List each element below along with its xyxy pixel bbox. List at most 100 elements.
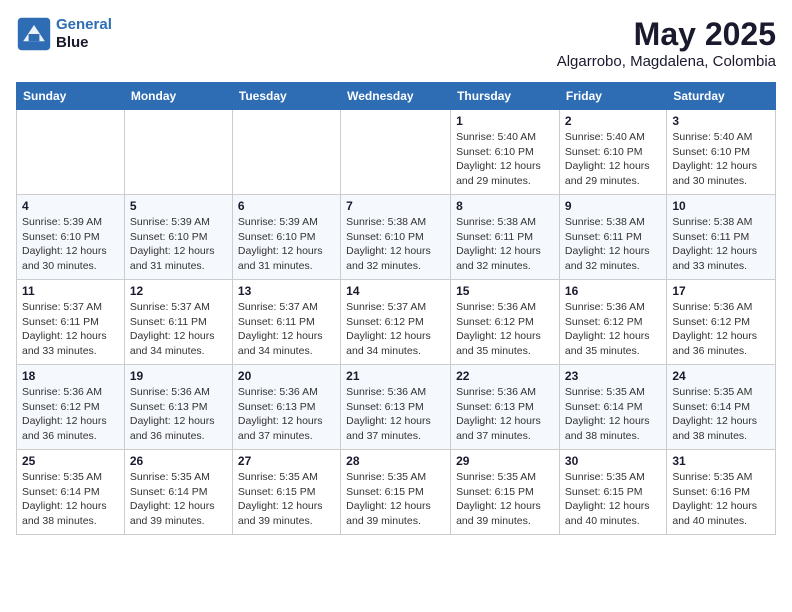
day-info: Sunrise: 5:36 AM Sunset: 6:12 PM Dayligh… [22, 385, 119, 444]
calendar-cell: 31Sunrise: 5:35 AM Sunset: 6:16 PM Dayli… [667, 450, 776, 535]
weekday-header-saturday: Saturday [667, 83, 776, 110]
day-info: Sunrise: 5:35 AM Sunset: 6:16 PM Dayligh… [672, 470, 770, 529]
day-number: 21 [346, 369, 445, 383]
calendar-cell: 15 Sunrise: 5:36 AM Sunset: 6:12 PM Dayli… [451, 280, 560, 365]
calendar-cell: 8 Sunrise: 5:38 AM Sunset: 6:11 PM Daylig… [451, 195, 560, 280]
calendar-cell: 25 Sunrise: 5:35 AM Sunset: 6:14 PM Dayli… [17, 450, 125, 535]
day-number: 9 [565, 199, 661, 213]
day-number: 12 [130, 284, 227, 298]
calendar-title: May 2025 [557, 16, 776, 53]
day-number: 3 [672, 114, 770, 128]
day-info: Sunrise: 5:40 AM Sunset: 6:10 PM Dayligh… [672, 130, 770, 189]
calendar-cell: 28 Sunrise: 5:35 AM Sunset: 6:15 PM Dayli… [341, 450, 451, 535]
logo-text: General Blue [56, 16, 112, 52]
day-info: Sunrise: 5:36 AM Sunset: 6:13 PM Dayligh… [130, 385, 227, 444]
day-info: Sunrise: 5:37 AM Sunset: 6:11 PM Dayligh… [22, 300, 119, 359]
weekday-header-sunday: Sunday [17, 83, 125, 110]
calendar-cell: 20Sunrise: 5:36 AM Sunset: 6:13 PM Dayli… [232, 365, 340, 450]
weekday-header-monday: Monday [124, 83, 232, 110]
calendar-cell: 10 Sunrise: 5:38 AM Sunset: 6:11 PM Dayli… [667, 195, 776, 280]
calendar-cell: 22 Sunrise: 5:36 AM Sunset: 6:13 PM Dayli… [451, 365, 560, 450]
calendar-cell: 1Sunrise: 5:40 AM Sunset: 6:10 PM Daylig… [451, 110, 560, 195]
calendar-week-4: 18 Sunrise: 5:36 AM Sunset: 6:12 PM Dayli… [17, 365, 776, 450]
calendar-cell: 6Sunrise: 5:39 AM Sunset: 6:10 PM Daylig… [232, 195, 340, 280]
calendar-week-1: 1Sunrise: 5:40 AM Sunset: 6:10 PM Daylig… [17, 110, 776, 195]
day-info: Sunrise: 5:36 AM Sunset: 6:12 PM Dayligh… [565, 300, 661, 359]
day-info: Sunrise: 5:38 AM Sunset: 6:11 PM Dayligh… [672, 215, 770, 274]
day-info: Sunrise: 5:35 AM Sunset: 6:14 PM Dayligh… [672, 385, 770, 444]
day-info: Sunrise: 5:36 AM Sunset: 6:13 PM Dayligh… [346, 385, 445, 444]
day-number: 20 [238, 369, 335, 383]
day-info: Sunrise: 5:39 AM Sunset: 6:10 PM Dayligh… [238, 215, 335, 274]
day-number: 23 [565, 369, 661, 383]
calendar-week-3: 11 Sunrise: 5:37 AM Sunset: 6:11 PM Dayli… [17, 280, 776, 365]
day-info: Sunrise: 5:37 AM Sunset: 6:12 PM Dayligh… [346, 300, 445, 359]
day-info: Sunrise: 5:40 AM Sunset: 6:10 PM Dayligh… [456, 130, 554, 189]
day-number: 17 [672, 284, 770, 298]
day-info: Sunrise: 5:35 AM Sunset: 6:14 PM Dayligh… [565, 385, 661, 444]
calendar-cell: 29 Sunrise: 5:35 AM Sunset: 6:15 PM Dayli… [451, 450, 560, 535]
day-info: Sunrise: 5:35 AM Sunset: 6:15 PM Dayligh… [346, 470, 445, 529]
day-info: Sunrise: 5:36 AM Sunset: 6:12 PM Dayligh… [456, 300, 554, 359]
calendar-cell: 13Sunrise: 5:37 AM Sunset: 6:11 PM Dayli… [232, 280, 340, 365]
weekday-header-friday: Friday [559, 83, 666, 110]
day-number: 2 [565, 114, 661, 128]
calendar-cell: 18 Sunrise: 5:36 AM Sunset: 6:12 PM Dayli… [17, 365, 125, 450]
day-number: 22 [456, 369, 554, 383]
day-info: Sunrise: 5:38 AM Sunset: 6:11 PM Dayligh… [456, 215, 554, 274]
day-number: 15 [456, 284, 554, 298]
calendar-subtitle: Algarrobo, Magdalena, Colombia [557, 53, 776, 70]
title-area: May 2025 Algarrobo, Magdalena, Colombia [557, 16, 776, 70]
day-number: 28 [346, 454, 445, 468]
calendar-cell: 2 Sunrise: 5:40 AM Sunset: 6:10 PM Daylig… [559, 110, 666, 195]
calendar-cell: 11 Sunrise: 5:37 AM Sunset: 6:11 PM Dayli… [17, 280, 125, 365]
day-info: Sunrise: 5:35 AM Sunset: 6:15 PM Dayligh… [238, 470, 335, 529]
calendar-cell: 14Sunrise: 5:37 AM Sunset: 6:12 PM Dayli… [341, 280, 451, 365]
day-number: 24 [672, 369, 770, 383]
calendar-cell [17, 110, 125, 195]
day-number: 7 [346, 199, 445, 213]
day-info: Sunrise: 5:35 AM Sunset: 6:15 PM Dayligh… [456, 470, 554, 529]
calendar-cell: 5 Sunrise: 5:39 AM Sunset: 6:10 PM Daylig… [124, 195, 232, 280]
calendar-cell [341, 110, 451, 195]
calendar-cell: 24 Sunrise: 5:35 AM Sunset: 6:14 PM Dayli… [667, 365, 776, 450]
calendar-cell: 17 Sunrise: 5:36 AM Sunset: 6:12 PM Dayli… [667, 280, 776, 365]
day-info: Sunrise: 5:35 AM Sunset: 6:15 PM Dayligh… [565, 470, 661, 529]
weekday-header-row: SundayMondayTuesdayWednesdayThursdayFrid… [17, 83, 776, 110]
day-number: 11 [22, 284, 119, 298]
calendar-cell [232, 110, 340, 195]
day-info: Sunrise: 5:38 AM Sunset: 6:10 PM Dayligh… [346, 215, 445, 274]
day-number: 5 [130, 199, 227, 213]
day-number: 29 [456, 454, 554, 468]
day-info: Sunrise: 5:40 AM Sunset: 6:10 PM Dayligh… [565, 130, 661, 189]
day-info: Sunrise: 5:39 AM Sunset: 6:10 PM Dayligh… [130, 215, 227, 274]
calendar-cell: 19 Sunrise: 5:36 AM Sunset: 6:13 PM Dayli… [124, 365, 232, 450]
calendar-cell [124, 110, 232, 195]
calendar-table: SundayMondayTuesdayWednesdayThursdayFrid… [16, 82, 776, 535]
day-info: Sunrise: 5:37 AM Sunset: 6:11 PM Dayligh… [130, 300, 227, 359]
day-info: Sunrise: 5:39 AM Sunset: 6:10 PM Dayligh… [22, 215, 119, 274]
day-number: 10 [672, 199, 770, 213]
day-number: 8 [456, 199, 554, 213]
weekday-header-tuesday: Tuesday [232, 83, 340, 110]
day-number: 19 [130, 369, 227, 383]
day-info: Sunrise: 5:36 AM Sunset: 6:13 PM Dayligh… [456, 385, 554, 444]
calendar-cell: 3 Sunrise: 5:40 AM Sunset: 6:10 PM Daylig… [667, 110, 776, 195]
day-number: 25 [22, 454, 119, 468]
calendar-cell: 4Sunrise: 5:39 AM Sunset: 6:10 PM Daylig… [17, 195, 125, 280]
day-info: Sunrise: 5:36 AM Sunset: 6:12 PM Dayligh… [672, 300, 770, 359]
calendar-cell: 27Sunrise: 5:35 AM Sunset: 6:15 PM Dayli… [232, 450, 340, 535]
weekday-header-thursday: Thursday [451, 83, 560, 110]
day-number: 16 [565, 284, 661, 298]
logo-icon [16, 16, 52, 52]
day-number: 13 [238, 284, 335, 298]
calendar-cell: 21 Sunrise: 5:36 AM Sunset: 6:13 PM Dayli… [341, 365, 451, 450]
day-info: Sunrise: 5:35 AM Sunset: 6:14 PM Dayligh… [130, 470, 227, 529]
day-number: 30 [565, 454, 661, 468]
calendar-cell: 30 Sunrise: 5:35 AM Sunset: 6:15 PM Dayli… [559, 450, 666, 535]
calendar-cell: 16 Sunrise: 5:36 AM Sunset: 6:12 PM Dayli… [559, 280, 666, 365]
day-number: 18 [22, 369, 119, 383]
weekday-header-wednesday: Wednesday [341, 83, 451, 110]
day-info: Sunrise: 5:35 AM Sunset: 6:14 PM Dayligh… [22, 470, 119, 529]
calendar-cell: 12 Sunrise: 5:37 AM Sunset: 6:11 PM Dayli… [124, 280, 232, 365]
